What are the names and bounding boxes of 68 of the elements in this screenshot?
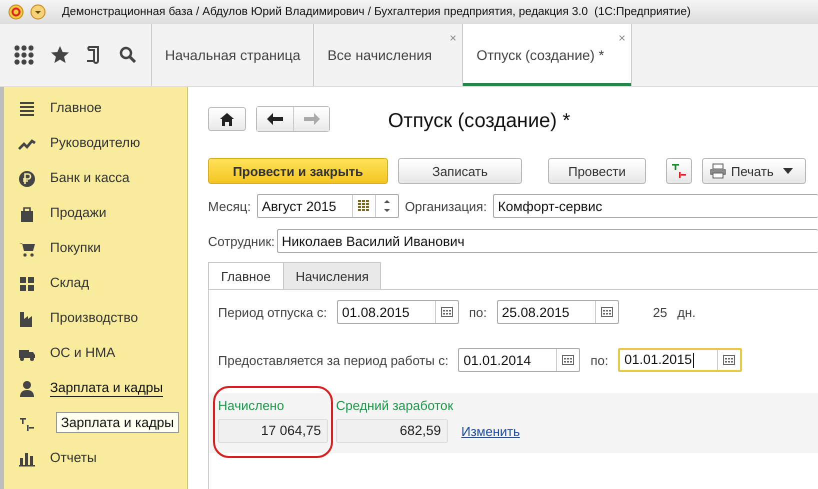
employee-field[interactable]: Николаев Василий Иванович [276, 229, 818, 253]
form-title: Отпуск (создание) * [388, 110, 570, 133]
left-arrow-icon [267, 113, 283, 125]
calendar-icon[interactable] [562, 355, 574, 365]
window-title: Демонстрационная база / Абдулов Юрий Владимирович / Бухгалтерия предприятия, редакция 3.0 (1С:Предприятие) [62, 6, 691, 18]
average-earnings-amount: 682,59 [336, 419, 448, 443]
menu-dropdown-icon[interactable] [30, 4, 46, 20]
apps-grid-icon[interactable] [14, 45, 34, 65]
search-icon[interactable] [119, 46, 138, 64]
date-field[interactable]: 01.08.2015 [336, 300, 459, 324]
calendar-icon[interactable] [600, 307, 613, 317]
tooltip: Зарплата и кадры [56, 412, 179, 433]
field-label: Организация: [404, 198, 487, 214]
star-icon[interactable] [50, 45, 70, 65]
date-field[interactable]: 25.08.2015 [496, 300, 619, 324]
field-label: Сотрудник: [208, 234, 275, 248]
sidebar-item[interactable]: Продажи [50, 205, 106, 222]
sidebar-item[interactable]: Производство [50, 310, 138, 327]
organization-field[interactable]: Комфорт-сервис [492, 194, 818, 218]
calendar-icon[interactable] [440, 307, 453, 317]
lines-icon [18, 100, 36, 118]
sidebar-item[interactable]: Склад [50, 275, 90, 292]
date-field[interactable]: 01.01.2014 [458, 348, 580, 372]
form-tab[interactable]: Начисления [284, 262, 381, 289]
grid-icon [18, 274, 36, 292]
field-label: Период отпуска с: [218, 304, 327, 320]
printer-icon [709, 163, 727, 179]
field-label: Предоставляется за период работы с: [218, 352, 448, 368]
back-button[interactable] [257, 107, 293, 131]
command-button[interactable]: Провести и закрыть [208, 158, 388, 184]
sidebar-item[interactable]: Покупки [50, 240, 101, 257]
average-earnings-label: Средний заработок [336, 398, 454, 413]
bag-icon [18, 204, 36, 222]
app-logo-icon[interactable] [8, 4, 24, 20]
accrued-amount: 17 064,75 [218, 419, 328, 443]
month-field[interactable]: Август 2015 [256, 194, 399, 218]
accrued-label: Начислено [218, 398, 286, 413]
page-tab[interactable]: Начальная страница [152, 24, 314, 86]
debit-credit-icon [671, 163, 687, 179]
sidebar-item[interactable]: ОС и НМА [50, 345, 116, 362]
spinner-icon[interactable] [384, 198, 390, 214]
sidebar-item[interactable]: Главное [50, 100, 102, 117]
field-label: по: [468, 304, 487, 320]
calendar-icon[interactable] [723, 355, 736, 365]
sidebar-item[interactable]: Зарплата и кадры [50, 380, 163, 397]
caret-icon [783, 168, 793, 174]
ruble-coin-icon [18, 170, 36, 188]
page-tab[interactable]: Отпуск (создание) * × [463, 24, 632, 86]
right-arrow-icon [304, 113, 320, 125]
field-label: Месяц: [208, 198, 251, 214]
field-label: по: [590, 352, 608, 368]
date-field[interactable]: 01.01.2015 [618, 348, 742, 372]
days-unit: дн. [677, 304, 696, 320]
change-link[interactable]: Изменить [461, 424, 520, 439]
postings-button[interactable] [666, 158, 692, 184]
sidebar-item[interactable]: Банк и касса [50, 170, 130, 187]
command-button[interactable]: Провести [548, 158, 646, 184]
sidebar-item[interactable]: Руководителю [50, 135, 140, 152]
sidebar-item[interactable]: Отчеты [50, 450, 97, 467]
command-button[interactable]: Записать [398, 158, 522, 184]
print-button[interactable]: Печать [702, 158, 806, 184]
person-icon [18, 380, 36, 398]
home-icon [220, 112, 234, 126]
close-icon[interactable]: × [618, 32, 626, 44]
home-button[interactable] [208, 107, 246, 131]
form-tab[interactable]: Главное [208, 262, 284, 289]
calendar-icon[interactable] [358, 200, 370, 212]
days-count: 25 [652, 304, 668, 320]
